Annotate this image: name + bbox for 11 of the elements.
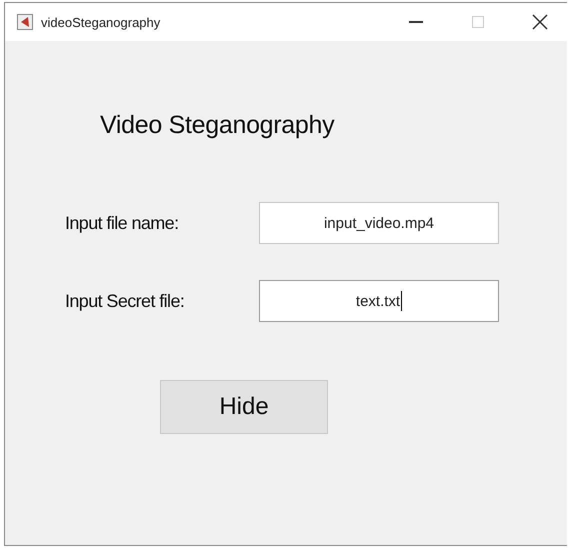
field-label: Input Secret file: (65, 290, 186, 312)
hide-button[interactable]: Hide (160, 380, 328, 434)
app-icon (17, 14, 33, 30)
app-heading: Video Steganography (100, 111, 334, 140)
maximize-icon (472, 16, 484, 28)
close-icon (532, 14, 548, 30)
window-title: videoSteganography (41, 14, 162, 30)
input-field[interactable]: text.txt (259, 280, 499, 322)
minimize-icon (409, 20, 423, 24)
field-label: Input file name: (65, 212, 180, 234)
input-field[interactable]: input_video.mp4 (259, 202, 499, 244)
